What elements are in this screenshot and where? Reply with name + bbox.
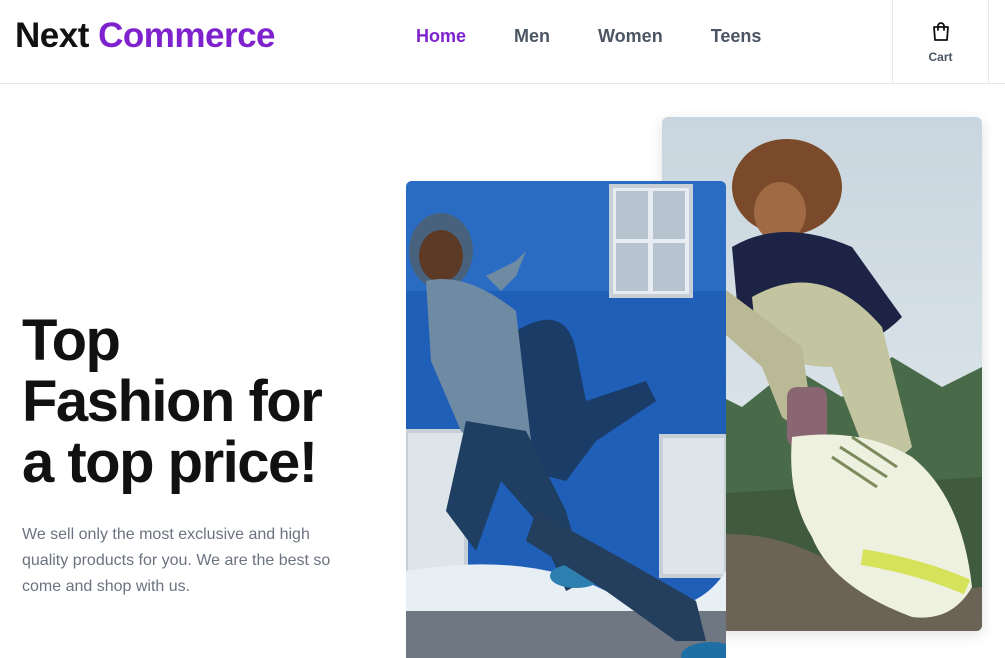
hero-headline: Top Fashion for a top price! (22, 310, 362, 493)
site-header: Next Commerce Home Men Women Teens Cart (0, 0, 1005, 84)
nav-link-men[interactable]: Men (514, 24, 550, 48)
hero-headline-line1: Top (22, 308, 121, 373)
main-nav: Home Men Women Teens (416, 24, 809, 48)
brand-name-part1: Next (15, 16, 89, 55)
cart-label: Cart (928, 50, 953, 64)
hero-headline-line3: a top price! (22, 430, 318, 495)
nav-link-teens[interactable]: Teens (711, 24, 762, 48)
nav-link-women[interactable]: Women (598, 24, 663, 48)
hero-headline-line2: Fashion for (22, 369, 323, 434)
hero-image-man-running (406, 181, 726, 658)
brand-logo[interactable]: Next Commerce (15, 14, 276, 58)
shopping-bag-icon (932, 22, 949, 41)
nav-link-home[interactable]: Home (416, 24, 466, 48)
cart-button[interactable]: Cart (892, 0, 989, 84)
brand-name-part2: Commerce (98, 16, 276, 55)
hero-description: We sell only the most exclusive and high… (22, 526, 331, 595)
